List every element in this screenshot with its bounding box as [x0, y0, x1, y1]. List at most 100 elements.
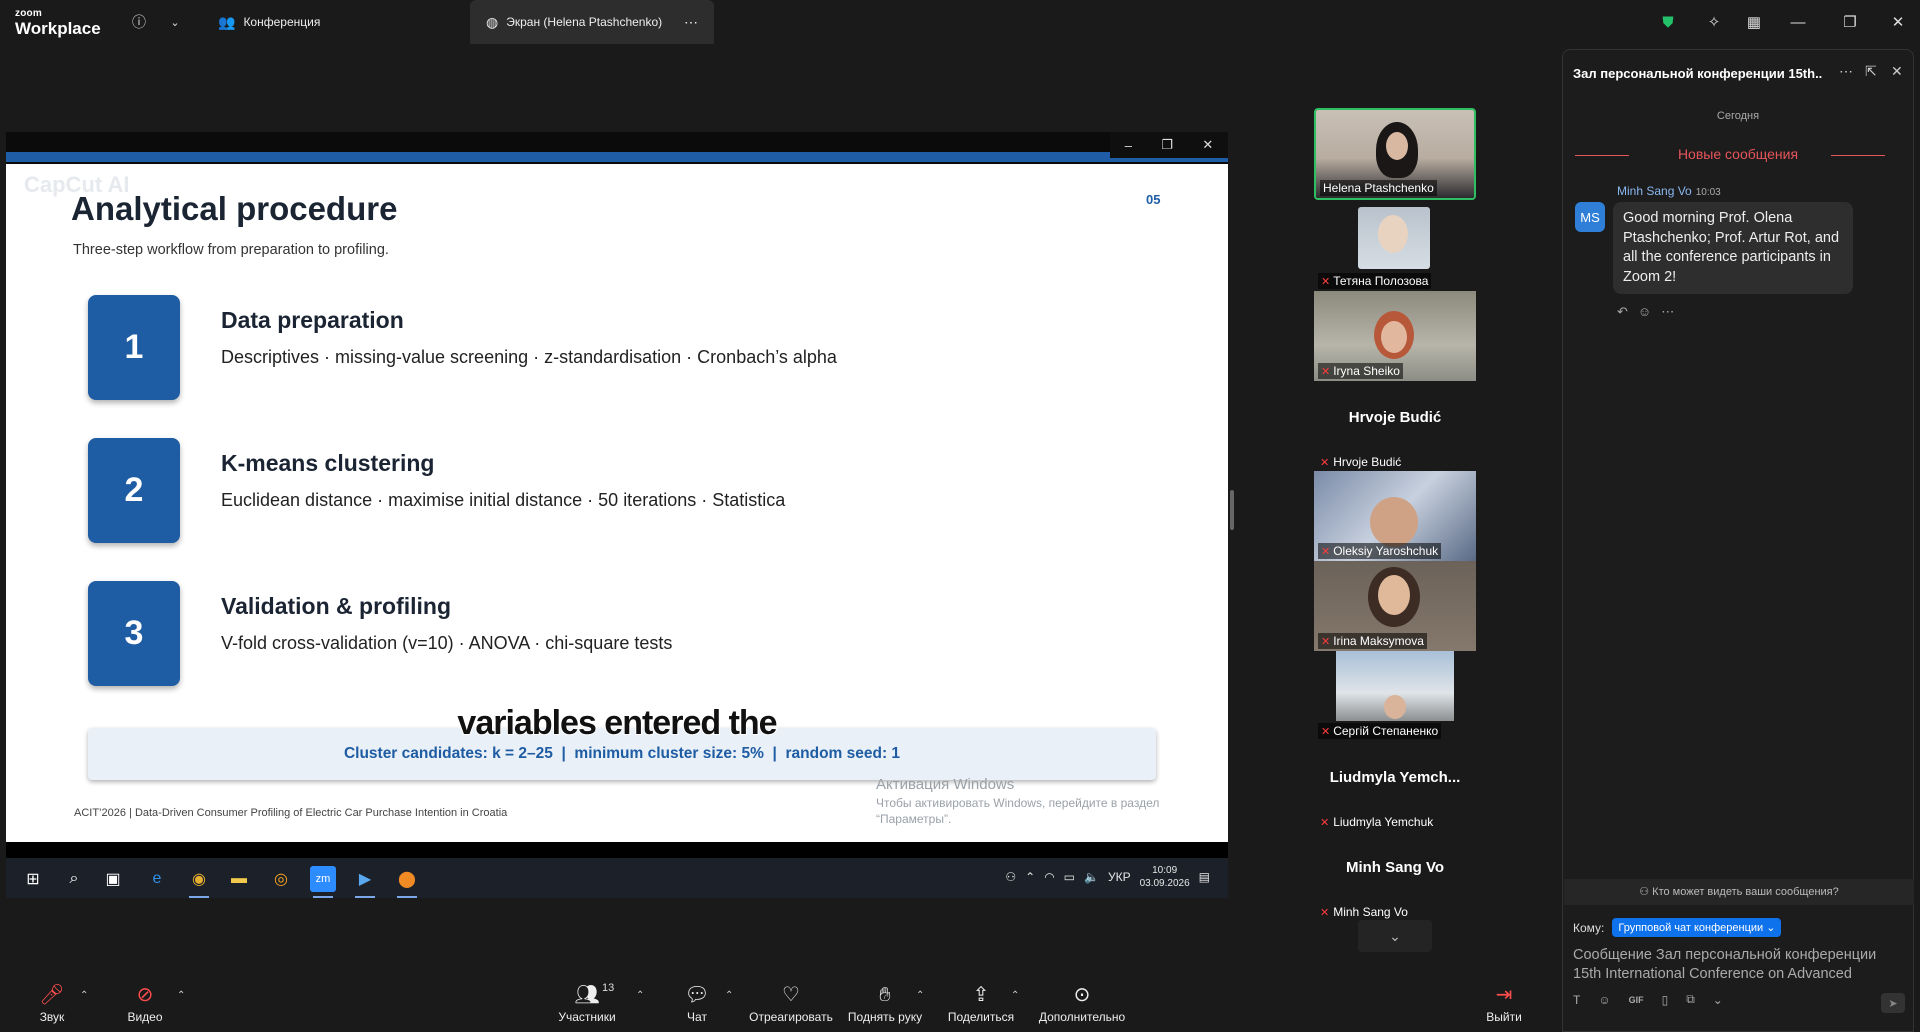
- windows-start-icon[interactable]: ⊞: [20, 866, 46, 892]
- more-button[interactable]: ⊙ Дополнительно: [1036, 984, 1128, 1024]
- video-options-caret[interactable]: ⌃: [177, 990, 185, 1001]
- video-tile[interactable]: ✕ Oleksiy Yaroshchuk: [1314, 471, 1476, 561]
- panel-resize-handle[interactable]: [1230, 490, 1234, 530]
- recipient-dropdown[interactable]: Групповой чат конференции ⌄: [1612, 918, 1782, 937]
- name-only-tile[interactable]: Liudmyla Yemch... ✕ Liudmyla Yemchuk: [1314, 741, 1476, 831]
- slide-footer: ACIT’2026 | Data-Driven Consumer Profili…: [74, 807, 508, 819]
- notification-icon[interactable]: ▤: [1199, 870, 1210, 884]
- presentation-slide: CapCut AI 05 Analytical procedure Three-…: [6, 164, 1228, 842]
- chrome-browser-icon[interactable]: ◉: [186, 866, 212, 898]
- close-button[interactable]: ✕: [1886, 10, 1910, 34]
- people-icon[interactable]: ⚇: [1005, 870, 1016, 884]
- chat-panel: Зал персональной конференции 15th... ⋯ ⇱…: [1562, 49, 1914, 1032]
- leave-button[interactable]: ⇥ Выйти: [1484, 984, 1524, 1024]
- share-options-caret[interactable]: ⌃: [1011, 990, 1019, 1001]
- close-icon[interactable]: ✕: [1891, 63, 1903, 80]
- emoji-icon[interactable]: ☺: [1598, 993, 1610, 1007]
- file-icon[interactable]: ▯: [1662, 993, 1669, 1007]
- video-button[interactable]: ⊘ Видео: [124, 984, 166, 1024]
- screenshot-icon[interactable]: ⧉: [1686, 992, 1695, 1007]
- video-tile[interactable]: ✕ Iryna Sheiko: [1314, 291, 1476, 381]
- chat-button[interactable]: 💬︎ Чат: [682, 984, 712, 1024]
- more-options-icon[interactable]: ⋯: [684, 14, 698, 31]
- browser-app-icon[interactable]: ◎: [268, 866, 294, 892]
- media-app-icon[interactable]: ▶: [352, 866, 378, 898]
- app-icon[interactable]: ⬤: [394, 866, 420, 898]
- more-options-icon[interactable]: ⋯: [1661, 304, 1674, 320]
- name-only-tile[interactable]: Minh Sang Vo ✕ Minh Sang Vo: [1314, 831, 1476, 921]
- video-tile[interactable]: ✕ Irina Maksymova: [1314, 561, 1476, 651]
- chevron-down-icon: ⌄: [1389, 927, 1401, 944]
- chevron-down-icon[interactable]: ⌄: [1713, 993, 1723, 1007]
- file-explorer-icon[interactable]: ▬: [226, 866, 252, 892]
- participants-button[interactable]: 👥︎ 13 Участники: [556, 982, 618, 1024]
- gallery-scroll-down-button[interactable]: ⌄: [1358, 920, 1432, 952]
- restore-icon[interactable]: ❐: [1161, 137, 1173, 153]
- chat-options-caret[interactable]: ⌃: [725, 990, 733, 1001]
- audio-options-caret[interactable]: ⌃: [80, 990, 88, 1001]
- reactions-options-caret[interactable]: ⌃: [916, 990, 924, 1001]
- raise-hand-button[interactable]: ✋︎ Поднять руку: [846, 984, 924, 1024]
- more-options-icon[interactable]: ⋯: [1839, 63, 1853, 80]
- send-icon: ➤: [1888, 997, 1898, 1010]
- pop-out-icon[interactable]: ⇱: [1865, 63, 1877, 80]
- video-tile[interactable]: ✕ Сергій Степаненко: [1314, 651, 1476, 741]
- zoom-app-icon[interactable]: zm: [310, 866, 336, 898]
- task-view-icon[interactable]: ▣: [100, 866, 126, 892]
- audio-button[interactable]: 🎤︎ Звук: [32, 984, 72, 1024]
- minimize-icon[interactable]: –: [1125, 138, 1132, 153]
- maximize-button[interactable]: ❐: [1838, 10, 1862, 34]
- presenter-avatar: ◍: [486, 13, 499, 30]
- minimize-button[interactable]: —: [1786, 10, 1810, 34]
- gif-icon[interactable]: GIF: [1629, 995, 1644, 1005]
- video-tile[interactable]: ✕ Тетяна Полозова: [1314, 201, 1476, 291]
- video-tile[interactable]: Helena Ptashchenko: [1314, 108, 1476, 200]
- step-1: 1 Data preparation Descriptives · missin…: [88, 295, 1048, 405]
- send-button[interactable]: ➤: [1881, 993, 1905, 1013]
- search-icon[interactable]: ⌕: [61, 866, 87, 892]
- view-layout-icon[interactable]: ▦: [1742, 10, 1766, 34]
- live-caption: variables entered the: [456, 703, 778, 743]
- chevron-up-icon[interactable]: ⌃: [1025, 870, 1035, 884]
- muted-mic-icon: ✕: [1320, 816, 1330, 829]
- message-input[interactable]: Сообщение Зал персональной конференции 1…: [1573, 946, 1908, 985]
- chevron-down-icon[interactable]: ⌄: [164, 11, 186, 33]
- slide-number: 05: [1146, 192, 1161, 207]
- step-description: Descriptives · missing-value screening ·…: [221, 347, 837, 367]
- windows-activation-watermark: Активация Windows Чтобы активировать Win…: [876, 776, 1160, 827]
- more-options-icon: ⊙: [1073, 984, 1091, 1006]
- tab-screen-share[interactable]: ◍ Экран (Helena Ptashchenko) ⋯: [470, 0, 714, 44]
- volume-icon[interactable]: 🔈: [1084, 870, 1099, 884]
- wifi-icon[interactable]: ◠: [1044, 870, 1054, 884]
- avatar[interactable]: MS: [1575, 202, 1605, 232]
- tab-conference[interactable]: 👥 Конференция: [218, 0, 320, 44]
- name-only-tile[interactable]: Hrvoje Budić ✕ Hrvoje Budić: [1314, 381, 1476, 471]
- emoji-react-icon[interactable]: ☺: [1638, 304, 1651, 320]
- step-number-box: 3: [88, 581, 180, 686]
- hand-icon: ✋︎: [879, 984, 891, 1006]
- battery-icon[interactable]: ▭: [1064, 870, 1075, 884]
- muted-mic-icon: ✕: [1321, 275, 1331, 288]
- muted-mic-icon: ✕: [1321, 635, 1331, 648]
- step-3: 3 Validation & profiling V-fold cross-va…: [88, 581, 1048, 691]
- info-icon[interactable]: ⓘ: [128, 11, 150, 33]
- participants-options-caret[interactable]: ⌃: [636, 990, 644, 1001]
- ai-companion-icon[interactable]: ✧: [1702, 10, 1726, 34]
- muted-mic-icon: ✕: [1321, 365, 1331, 378]
- security-shield-icon[interactable]: ⛊: [1656, 10, 1680, 34]
- react-button[interactable]: ♡ Отреагировать: [748, 984, 834, 1024]
- muted-mic-icon: ✕: [1320, 906, 1330, 919]
- language-indicator[interactable]: УКР: [1108, 870, 1131, 884]
- title-bar: zoom Workplace ⓘ ⌄ 👥 Конференция ◍ Экран…: [0, 0, 1920, 44]
- close-icon[interactable]: ✕: [1202, 137, 1213, 153]
- clock[interactable]: 10:09 03.09.2026: [1140, 864, 1190, 890]
- step-description: V-fold cross-validation (v=10) · ANOVA ·…: [221, 633, 673, 653]
- message-bubble[interactable]: Good morning Prof. Olena Ptashchenko; Pr…: [1613, 202, 1853, 295]
- format-text-icon[interactable]: T: [1573, 993, 1580, 1007]
- step-2: 2 K-means clustering Euclidean distance …: [88, 438, 1048, 548]
- share-button[interactable]: ⇪ Поделиться: [946, 984, 1016, 1024]
- who-can-see-link[interactable]: ⚇ Кто может видеть ваши сообщения?: [1564, 879, 1914, 905]
- heart-icon: ♡: [782, 984, 800, 1006]
- edge-browser-icon[interactable]: e: [144, 866, 170, 892]
- reply-icon[interactable]: ↶: [1617, 304, 1628, 320]
